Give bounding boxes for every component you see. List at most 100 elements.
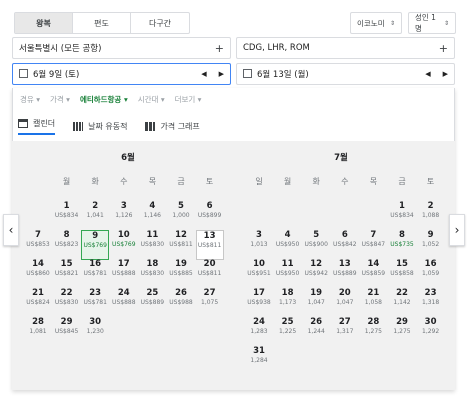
calendar-day[interactable]: 17 US$938 [245, 288, 273, 318]
tab-round-trip[interactable]: 왕복 [15, 13, 73, 33]
add-icon[interactable]: + [215, 42, 224, 55]
calendar-day[interactable]: 9 US$769 [81, 230, 110, 260]
calendar-day[interactable]: 7 US$853 [24, 230, 52, 260]
trip-type-tabs: 왕복 편도 다구간 [14, 12, 190, 34]
calendar-day[interactable]: 7 US$847 [359, 230, 387, 260]
calendar-day[interactable]: 13 US$889 [331, 259, 359, 289]
day-number: 25 [146, 288, 159, 298]
calendar-day[interactable]: 3 1,126 [110, 201, 138, 231]
calendar-day[interactable]: 14 US$859 [359, 259, 387, 289]
next-date-icon[interactable]: ▶ [219, 70, 224, 78]
calendar-day[interactable]: 25 US$889 [138, 288, 166, 318]
calendar-day[interactable]: 6 US$842 [331, 230, 359, 260]
filter-airline[interactable]: 에티하드항공 ▾ [80, 94, 128, 105]
day-number: 5 [178, 201, 184, 211]
calendar-day[interactable]: 4 1,146 [138, 201, 166, 231]
origin-field[interactable]: 서울특별시 (모든 공항) + [12, 37, 231, 59]
calendar-day[interactable]: 22 US$830 [53, 288, 81, 318]
calendar-day[interactable]: 26 1,244 [302, 317, 330, 347]
calendar-day[interactable]: 30 1,230 [81, 317, 109, 347]
next-month-button[interactable]: › [449, 214, 465, 246]
calendar-day[interactable]: 20 US$811 [196, 259, 224, 289]
calendar-day[interactable]: 26 US$988 [167, 288, 195, 318]
calendar-day[interactable]: 22 1,142 [388, 288, 416, 318]
calendar-day[interactable]: 14 US$860 [24, 259, 52, 289]
day-price: US$951 [247, 270, 271, 277]
calendar-day[interactable]: 18 US$830 [138, 259, 166, 289]
calendar-day[interactable]: 17 US$888 [110, 259, 138, 289]
calendar-day[interactable]: 2 1,088 [417, 201, 445, 231]
calendar-day[interactable]: 3 1,013 [245, 230, 273, 260]
calendar-day[interactable]: 18 1,173 [274, 288, 302, 318]
filter-times[interactable]: 시간대 ▾ [138, 94, 165, 105]
calendar-day[interactable]: 1 US$834 [388, 201, 416, 231]
calendar-day[interactable]: 8 US$823 [53, 230, 81, 260]
calendar-day[interactable]: 23 US$781 [81, 288, 109, 318]
calendar-day[interactable]: 21 1,058 [359, 288, 387, 318]
calendar-day[interactable]: 24 1,283 [245, 317, 273, 347]
calendar-day[interactable]: 11 US$950 [274, 259, 302, 289]
calendar-day[interactable]: 13 US$811 [195, 230, 224, 260]
calendar-day[interactable]: 24 US$888 [110, 288, 138, 318]
calendar-day[interactable]: 12 US$811 [167, 230, 195, 260]
day-number: 3 [256, 230, 262, 240]
cabin-select[interactable]: 이코노미 ⇕ [350, 12, 402, 34]
calendar-day[interactable]: 19 US$885 [167, 259, 195, 289]
calendar-day[interactable]: 4 US$950 [274, 230, 302, 260]
calendar-day[interactable]: 23 1,318 [417, 288, 445, 318]
calendar-day[interactable]: 21 US$824 [24, 288, 52, 318]
day-number: 14 [367, 259, 380, 269]
filter-price[interactable]: 가격 ▾ [50, 94, 70, 105]
destination-field[interactable]: CDG, LHR, ROM + [236, 37, 455, 59]
calendar-day[interactable]: 28 1,081 [24, 317, 52, 347]
calendar-day[interactable]: 5 US$900 [302, 230, 330, 260]
calendar-day[interactable]: 20 1,047 [331, 288, 359, 318]
day-number: 11 [146, 230, 159, 240]
depart-date-field[interactable]: 6월 9일 (토) ◀ ▶ [12, 63, 231, 85]
calendar-day[interactable]: 29 US$845 [53, 317, 81, 347]
calendar-day[interactable]: 28 1,275 [359, 317, 387, 347]
day-number: 4 [149, 201, 156, 211]
day-price: US$942 [304, 270, 328, 277]
tab-multi-city[interactable]: 다구간 [131, 13, 189, 33]
view-calendar[interactable]: 캘린더 [18, 118, 56, 135]
calendar-day[interactable]: 6 US$899 [196, 201, 224, 231]
calendar-day[interactable]: 2 1,041 [81, 201, 109, 231]
calendar-day[interactable]: 10 US$951 [245, 259, 273, 289]
day-price: 1,075 [201, 299, 219, 306]
calendar-day[interactable]: 1 US$834 [53, 201, 81, 231]
day-price: 1,275 [364, 328, 382, 335]
tab-one-way[interactable]: 편도 [73, 13, 131, 33]
filter-more[interactable]: 더보기 ▾ [175, 94, 202, 105]
calendar-day[interactable]: 10 US$769 [110, 230, 138, 260]
calendar-day[interactable]: 11 US$830 [138, 230, 166, 260]
calendar-day[interactable]: 5 1,000 [167, 201, 195, 231]
calendar-day[interactable]: 19 1,047 [302, 288, 330, 318]
prev-month-button[interactable]: ‹ [3, 214, 19, 246]
calendar-day[interactable]: 27 1,075 [196, 288, 224, 318]
prev-date-icon[interactable]: ◀ [425, 70, 430, 78]
calendar-day[interactable]: 27 1,317 [331, 317, 359, 347]
filter-stops[interactable]: 경유 ▾ [20, 94, 40, 105]
calendar-day[interactable]: 25 1,225 [274, 317, 302, 347]
calendar-day[interactable]: 16 1,059 [417, 259, 445, 289]
return-date-field[interactable]: 6월 13일 (월) ◀ ▶ [236, 63, 455, 85]
calendar-day[interactable]: 9 1,052 [417, 230, 445, 260]
day-number: 9 [427, 230, 434, 240]
calendar-day[interactable]: 8 US$735 [388, 230, 416, 260]
next-date-icon[interactable]: ▶ [443, 70, 448, 78]
calendar-day[interactable]: 12 US$942 [302, 259, 330, 289]
calendar-day[interactable]: 15 US$858 [388, 259, 416, 289]
view-flexible-dates[interactable]: 날짜 유동적 [73, 118, 127, 135]
calendar-day[interactable]: 15 US$821 [53, 259, 81, 289]
view-price-graph[interactable]: 가격 그래프 [145, 118, 200, 135]
calendar-day[interactable]: 16 US$781 [81, 259, 109, 289]
calendar-day[interactable]: 31 1,284 [245, 346, 273, 376]
weekday-label: 목 [369, 177, 378, 186]
day-number: 16 [424, 259, 437, 269]
add-icon[interactable]: + [439, 42, 448, 55]
calendar-day[interactable]: 29 1,275 [388, 317, 416, 347]
calendar-day[interactable]: 30 1,292 [417, 317, 445, 347]
passengers-select[interactable]: 성인 1명 ⇕ [408, 12, 456, 34]
prev-date-icon[interactable]: ◀ [201, 70, 206, 78]
